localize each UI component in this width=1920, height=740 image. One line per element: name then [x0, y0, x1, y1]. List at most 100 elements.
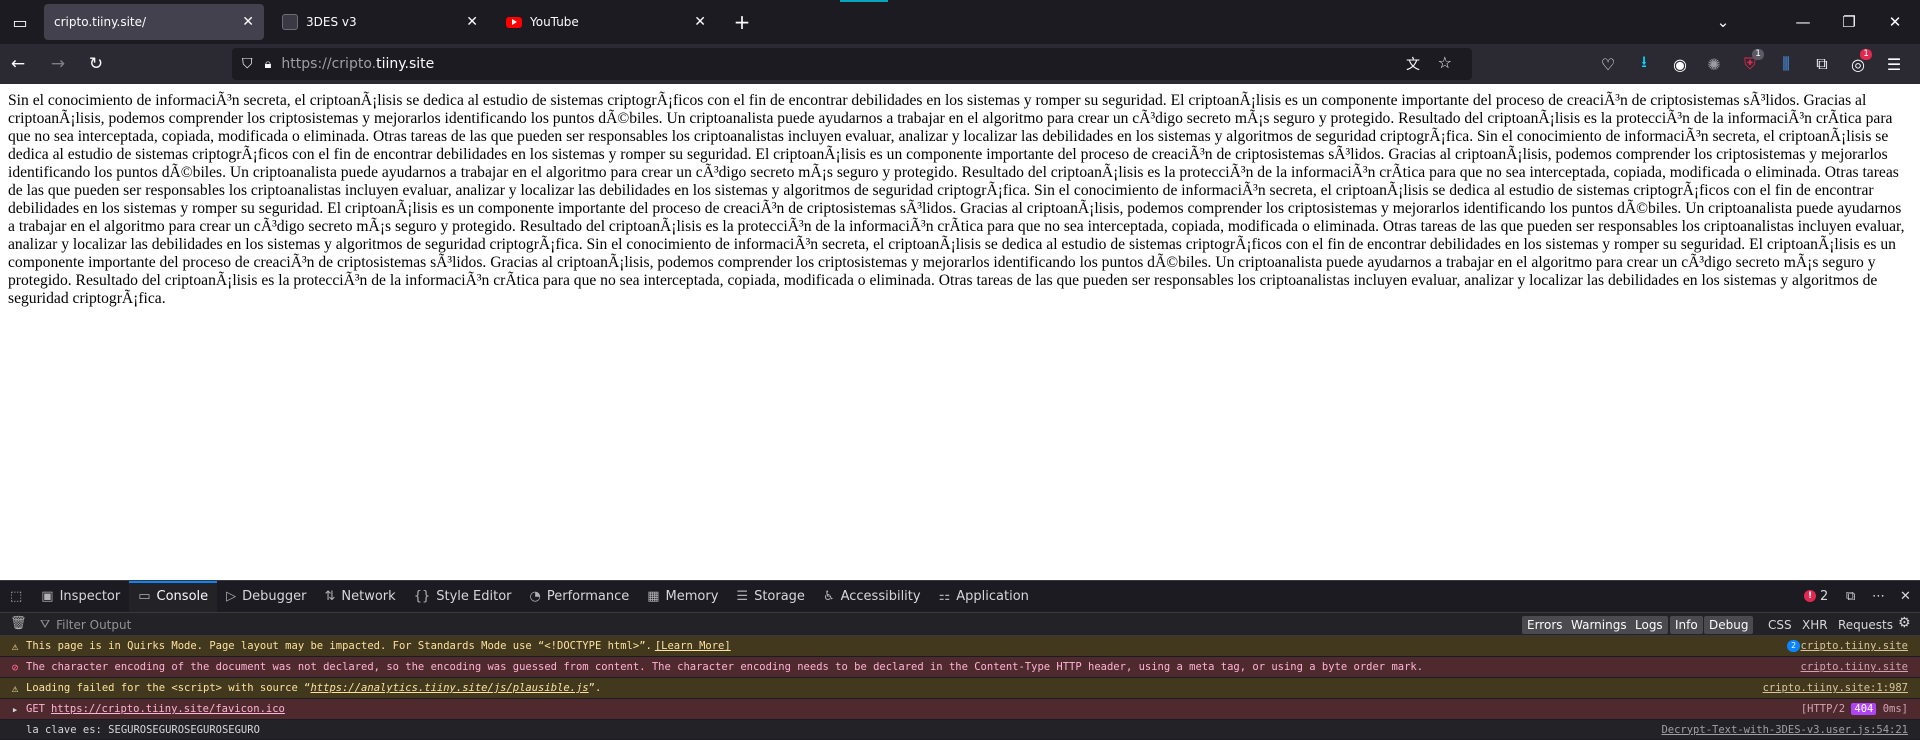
status-404-badge: 404 [1851, 703, 1877, 715]
debugger-icon: ▷ [226, 589, 237, 604]
tab-label: cripto.tiiny.site/ [54, 15, 147, 29]
console-icon: ▭ [138, 589, 151, 604]
message-source[interactable]: cripto.tiiny.site [1801, 661, 1908, 673]
new-tab-button[interactable]: + [728, 8, 756, 36]
close-tab-icon[interactable]: ✕ [466, 14, 478, 30]
tab-youtube[interactable]: YouTube ✕ [496, 4, 716, 40]
trash-icon[interactable]: 🗑︎ [10, 616, 27, 631]
filter-info[interactable]: Info [1670, 616, 1703, 634]
filter-debug[interactable]: Debug [1704, 616, 1754, 634]
message-source[interactable]: cripto.tiiny.site:1:987 [1763, 682, 1908, 694]
devtools-toolbar: ⬚ ▣ Inspector ▭ Console ▷ Debugger ⇅ Network… [0, 580, 1920, 613]
tab-memory[interactable]: ▦ Memory [638, 581, 727, 613]
filter-warnings[interactable]: Warnings [1566, 616, 1632, 634]
warning-icon: ⚠ [11, 639, 19, 653]
account-icon[interactable]: ◉ [1664, 48, 1696, 80]
accessibility-icon: ♿︎ [822, 589, 835, 604]
page-content: Sin el conocimiento de informaciÃ³n secr… [0, 84, 1920, 580]
filter-logs[interactable]: Logs [1630, 616, 1668, 634]
performance-icon: ◔ [529, 589, 541, 604]
message-source[interactable]: Decrypt-Text-with-3DES-v3.user.js:54:21 [1661, 724, 1908, 736]
minimize-button[interactable]: — [1780, 0, 1826, 44]
bar-extension-icon[interactable]: ⫼ [1770, 48, 1802, 80]
extensions-puzzle-icon[interactable]: ⧉ [1806, 48, 1838, 80]
tab-application[interactable]: ⚏ Application [930, 581, 1038, 613]
tab-performance[interactable]: ◔ Performance [521, 581, 639, 613]
close-window-button[interactable]: ✕ [1872, 0, 1918, 44]
filter-requests[interactable]: Requests [1838, 616, 1893, 634]
filter-css[interactable]: CSS [1768, 616, 1792, 634]
ublock-icon[interactable]: ⛨ 1 [1734, 48, 1766, 80]
tab-inspector[interactable]: ▣ Inspector [32, 581, 129, 613]
shield-icon[interactable]: ⛉ [242, 56, 253, 72]
bookmark-star-icon[interactable]: ☆ [1438, 53, 1452, 72]
tab-storage[interactable]: ☰ Storage [727, 581, 814, 613]
expand-arrow-icon[interactable]: ▸ [8, 703, 22, 716]
url-host: tiiny.site [376, 56, 435, 72]
console-message-quirks: ⚠ This page is in Quirks Mode. Page layo… [0, 636, 1920, 657]
url-scheme: https://cripto. [281, 56, 377, 72]
extension-globe-icon[interactable]: ✺ [1698, 48, 1730, 80]
inspector-icon: ▣ [41, 589, 54, 604]
3des-favicon-icon [282, 14, 298, 30]
console-filter-bar: 🗑︎ ⛛ Filter Output Errors Warnings Logs … [0, 612, 1920, 636]
filter-xhr[interactable]: XHR [1802, 616, 1828, 634]
repeat-badge: 2 [1787, 640, 1800, 652]
message-source[interactable]: cripto.tiiny.site [1801, 640, 1908, 652]
url-bar[interactable]: ⛉ 🔒︎ https://cripto. tiiny.site 文 ☆ [232, 48, 1472, 80]
back-button[interactable]: ← [2, 48, 34, 80]
tab-style-editor[interactable]: {} Style Editor [405, 581, 521, 613]
script-url-link[interactable]: https://analytics.tiiny.site/js/plausibl… [310, 682, 588, 694]
translate-icon[interactable]: 文 [1406, 54, 1420, 74]
network-icon: ⇅ [324, 589, 336, 604]
console-message-load-failed: ⚠ Loading failed for the <script> with s… [0, 678, 1920, 699]
error-icon: ⊘ [11, 660, 19, 674]
menu-icon[interactable]: ☰ [1878, 48, 1910, 80]
console-message-favicon[interactable]: ▸ GET https://cripto.tiiny.site/favicon.… [0, 699, 1920, 720]
application-icon: ⚏ [938, 589, 951, 604]
style-editor-icon: {} [413, 589, 431, 604]
memory-icon: ▦ [647, 589, 660, 604]
tab-cripto[interactable]: cripto.tiiny.site/ ✕ [44, 4, 264, 40]
dock-options-icon[interactable]: ⧉ [1846, 580, 1855, 612]
close-tab-icon[interactable]: ✕ [694, 14, 706, 30]
tab-3des[interactable]: 3DES v3 ✕ [272, 4, 488, 40]
filter-errors[interactable]: Errors [1522, 616, 1568, 634]
forward-button[interactable]: → [42, 48, 74, 80]
navigation-bar: ← → ↻ ⛉ 🔒︎ https://cripto. tiiny.site 文 ☆… [0, 44, 1920, 84]
tampermonkey-icon[interactable]: ◎ 1 [1842, 48, 1874, 80]
tab-list-icon[interactable]: ▭ [0, 0, 40, 44]
filter-icon: ⛛ [40, 617, 51, 631]
request-method: GET [26, 703, 45, 715]
warning-icon: ⚠ [11, 681, 19, 695]
console-settings-icon[interactable]: ⚙ [1898, 615, 1911, 631]
reload-button[interactable]: ↻ [80, 48, 112, 80]
restore-button[interactable]: ❐ [1826, 0, 1872, 44]
error-counter[interactable]: ! 2 [1804, 580, 1828, 612]
tab-network[interactable]: ⇅ Network [316, 581, 405, 613]
message-text: The character encoding of the document w… [26, 661, 1424, 673]
tab-debugger[interactable]: ▷ Debugger [217, 581, 315, 613]
close-tab-icon[interactable]: ✕ [242, 14, 254, 30]
lock-icon[interactable]: 🔒︎ [265, 57, 272, 72]
console-message-encoding: ⊘ The character encoding of the document… [0, 657, 1920, 678]
page-text: Sin el conocimiento de informaciÃ³n secr… [8, 92, 1905, 307]
more-options-icon[interactable]: ⋯ [1872, 580, 1885, 612]
tab-console[interactable]: ▭ Console [129, 580, 218, 613]
learn-more-link[interactable]: [Learn More] [655, 640, 731, 652]
ublock-badge: 1 [1752, 49, 1764, 60]
tab-accessibility[interactable]: ♿︎ Accessibility [814, 581, 930, 613]
pick-element-icon[interactable]: ⬚ [0, 581, 32, 613]
message-prefix: Loading failed for the <script> with sou… [26, 682, 311, 694]
tab-strip-accent [840, 0, 888, 2]
tampermonkey-badge: 1 [1860, 49, 1872, 60]
tab-strip: ▭ cripto.tiiny.site/ ✕ 3DES v3 ✕ YouTube… [0, 0, 1920, 44]
pocket-icon[interactable]: ♡ [1592, 48, 1624, 80]
request-url-link[interactable]: https://cripto.tiiny.site/favicon.ico [51, 703, 285, 715]
close-devtools-icon[interactable]: ✕ [1900, 580, 1911, 612]
downloads-icon[interactable]: ⭳ [1628, 48, 1660, 80]
message-suffix: ”. [588, 682, 602, 694]
list-all-tabs-icon[interactable]: ⌄ [1700, 0, 1746, 44]
filter-output-input[interactable]: ⛛ Filter Output [40, 615, 1240, 634]
tab-label: 3DES v3 [306, 15, 357, 29]
